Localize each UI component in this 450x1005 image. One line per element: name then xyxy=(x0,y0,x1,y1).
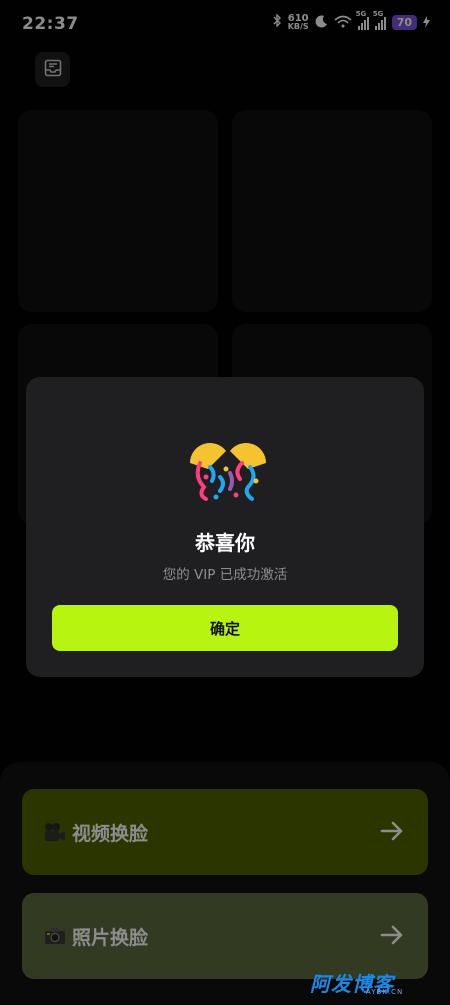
watermark-logo: 阿发博客 AYBK.CN xyxy=(310,968,435,1000)
dialog-subtitle: 您的 VIP 已成功激活 xyxy=(162,567,288,583)
vip-activated-dialog: 恭喜你 您的 VIP 已成功激活 确定 xyxy=(26,377,424,677)
confirm-button[interactable]: 确定 xyxy=(52,605,398,651)
party-celebration-icon xyxy=(186,433,270,503)
dialog-title: 恭喜你 xyxy=(195,531,255,555)
watermark-sub: AYBK.CN xyxy=(366,988,404,996)
